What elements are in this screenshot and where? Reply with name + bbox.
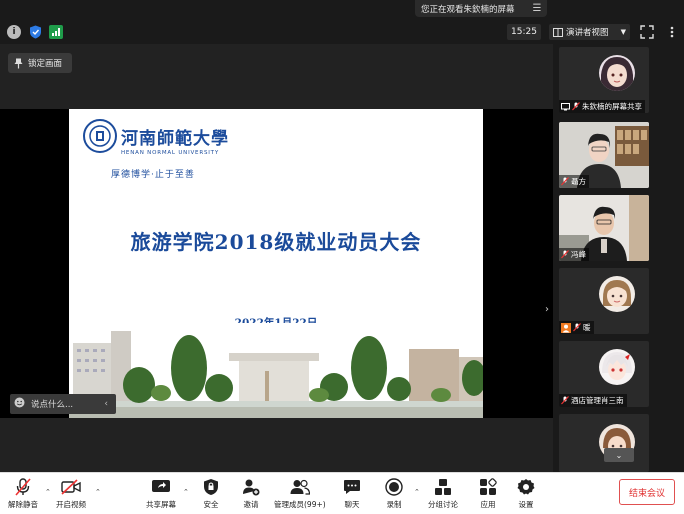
university-english-name: HENAN NORMAL UNIVERSITY bbox=[121, 150, 219, 156]
participant-name: 聶方 bbox=[559, 175, 589, 188]
apps-button[interactable]: 应用 bbox=[478, 475, 498, 513]
end-meeting-button[interactable]: 结束会议 bbox=[619, 479, 675, 505]
participant-name: 暖 bbox=[559, 321, 594, 334]
lock-screen-button[interactable]: 锁定画面 bbox=[8, 53, 72, 73]
chevron-up-icon[interactable]: ⌃ bbox=[414, 488, 420, 496]
presentation-slide: 河南師範大學 HENAN NORMAL UNIVERSITY 厚德博学·止于至善… bbox=[69, 109, 483, 418]
chat-icon bbox=[342, 477, 362, 497]
more-icon[interactable] bbox=[665, 25, 679, 39]
viewing-indicator[interactable]: 您正在观看朱欽楠的屏幕 ☰ bbox=[415, 0, 547, 17]
chevron-up-icon[interactable]: ⌃ bbox=[183, 488, 189, 496]
slide-title: 旅游学院2018级就业动员大会 bbox=[130, 230, 422, 254]
status-row: i 15:25 演讲者视图 ▼ bbox=[0, 22, 684, 42]
lock-label: 锁定画面 bbox=[28, 59, 63, 69]
meeting-toolbar: 解除静音 ⌃ 开启视频 ⌃ 共享屏幕 ⌃ 安全 邀请 管理成员(99+) 聊天 bbox=[0, 472, 684, 514]
emoji-icon[interactable] bbox=[14, 397, 25, 411]
university-logo: 河南師範大學 bbox=[83, 119, 229, 153]
share-screen-icon bbox=[151, 477, 171, 497]
mic-muted-icon bbox=[573, 323, 581, 332]
participant-tile[interactable] bbox=[559, 414, 649, 472]
shield-icon[interactable] bbox=[28, 25, 42, 39]
security-button[interactable]: 安全 bbox=[201, 475, 221, 513]
screen-share-icon bbox=[561, 102, 570, 110]
chevron-up-icon[interactable]: ⌃ bbox=[95, 488, 101, 496]
apps-icon bbox=[478, 477, 498, 497]
settings-button[interactable]: 设置 bbox=[516, 475, 536, 513]
participant-tile[interactable]: 聶方 bbox=[559, 122, 649, 188]
university-motto: 厚德博学·止于至善 bbox=[111, 170, 195, 180]
manage-members-button[interactable]: 管理成员(99+) bbox=[274, 475, 326, 513]
info-icon[interactable]: i bbox=[7, 25, 21, 39]
meeting-window: 您正在观看朱欽楠的屏幕 ☰ i 15:25 演讲者视图 ▼ 锁定画面 河南師範大… bbox=[0, 0, 684, 514]
participant-tile[interactable]: 酒店管理肖三南 bbox=[559, 341, 649, 407]
breakout-rooms-button[interactable]: 分组讨论 bbox=[428, 475, 458, 513]
chevron-down-icon: ▼ bbox=[620, 28, 626, 36]
mic-muted-icon bbox=[561, 396, 569, 405]
avatar bbox=[599, 349, 635, 385]
chevron-left-icon[interactable]: ‹ bbox=[104, 399, 108, 409]
mic-muted-icon bbox=[561, 177, 569, 186]
shield-icon bbox=[201, 477, 221, 497]
record-icon bbox=[384, 477, 404, 497]
chevron-up-icon[interactable]: ⌃ bbox=[45, 488, 51, 496]
fullscreen-icon[interactable] bbox=[640, 25, 654, 39]
chevron-right-icon[interactable]: › bbox=[542, 302, 552, 316]
grid-icon bbox=[553, 27, 563, 37]
breakout-icon bbox=[433, 477, 453, 497]
mic-muted-icon bbox=[13, 477, 33, 497]
chevron-down-icon[interactable]: ⌄ bbox=[604, 448, 634, 462]
menu-icon[interactable]: ☰ bbox=[533, 3, 542, 14]
chat-placeholder: 说点什么... bbox=[31, 400, 74, 410]
start-video-button[interactable]: 开启视频 bbox=[56, 475, 86, 513]
user-icon bbox=[561, 322, 571, 333]
invite-button[interactable]: 邀请 bbox=[241, 475, 261, 513]
chat-input[interactable]: 说点什么... ‹ bbox=[10, 394, 116, 414]
participant-name: 朱欽楠的屏幕共享 bbox=[559, 100, 645, 113]
add-user-icon bbox=[241, 477, 261, 497]
avatar bbox=[599, 55, 635, 91]
chat-button[interactable]: 聊天 bbox=[342, 475, 362, 513]
participant-strip: 朱欽楠的屏幕共享 聶方 冯峰 暖 酒店管理肖三南 bbox=[553, 44, 684, 472]
video-off-icon bbox=[61, 477, 81, 497]
pin-icon bbox=[14, 58, 23, 68]
record-button[interactable]: 录制 bbox=[384, 475, 404, 513]
viewing-text: 您正在观看朱欽楠的屏幕 bbox=[421, 4, 515, 15]
meeting-timer: 15:25 bbox=[507, 24, 541, 40]
mic-muted-icon bbox=[561, 250, 569, 259]
avatar bbox=[599, 276, 635, 312]
university-name: 河南師範大學 bbox=[121, 128, 229, 149]
participant-tile[interactable]: 冯峰 bbox=[559, 195, 649, 261]
campus-panorama-image bbox=[69, 323, 483, 418]
mic-muted-icon bbox=[572, 102, 580, 111]
members-icon bbox=[290, 477, 310, 497]
speaker-view-button[interactable]: 演讲者视图 ▼ bbox=[549, 24, 630, 40]
share-stage: 锁定画面 河南師範大學 HENAN NORMAL UNIVERSITY 厚德博学… bbox=[0, 44, 553, 472]
gear-icon bbox=[516, 477, 536, 497]
share-screen-button[interactable]: 共享屏幕 bbox=[146, 475, 176, 513]
participant-tile[interactable]: 暖 bbox=[559, 268, 649, 334]
participant-tile[interactable]: 朱欽楠的屏幕共享 bbox=[559, 47, 649, 113]
participant-name: 冯峰 bbox=[559, 248, 589, 261]
participant-name: 酒店管理肖三南 bbox=[559, 394, 627, 407]
signal-icon[interactable] bbox=[49, 25, 63, 39]
top-banner: 您正在观看朱欽楠的屏幕 ☰ bbox=[0, 0, 684, 18]
unmute-button[interactable]: 解除静音 bbox=[8, 475, 38, 513]
view-label: 演讲者视图 bbox=[566, 28, 609, 38]
seal-icon bbox=[83, 119, 117, 153]
shared-screen: 河南師範大學 HENAN NORMAL UNIVERSITY 厚德博学·止于至善… bbox=[0, 109, 553, 418]
